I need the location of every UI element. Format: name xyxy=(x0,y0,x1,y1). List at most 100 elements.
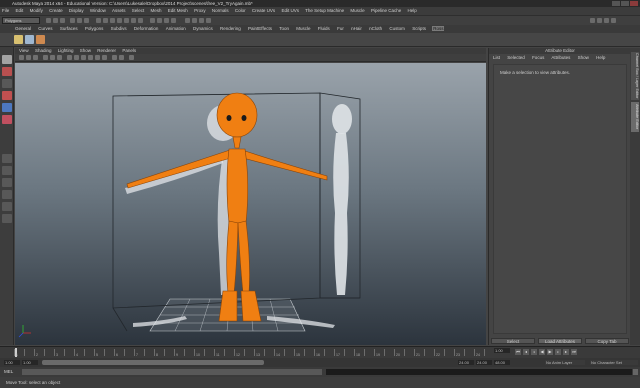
wireframe-on-shaded-icon[interactable] xyxy=(81,55,86,60)
hypershade-layout-icon[interactable] xyxy=(2,214,12,223)
shelf-tab-toon[interactable]: Toon xyxy=(278,26,290,31)
shelf-tab-surfaces[interactable]: Surfaces xyxy=(59,26,79,31)
render-frame-icon[interactable] xyxy=(192,18,197,23)
shadows-icon[interactable] xyxy=(102,55,107,60)
four-pane-layout-icon[interactable] xyxy=(2,166,12,175)
shelf-rig-icon[interactable] xyxy=(25,35,34,44)
ae-menu-attributes[interactable]: Attributes xyxy=(551,55,570,60)
shelf-tab-muscle[interactable]: Muscle xyxy=(295,26,311,31)
ae-menu-list[interactable]: List xyxy=(493,55,500,60)
outliner-persp-layout-icon[interactable] xyxy=(2,190,12,199)
scene-view[interactable] xyxy=(15,63,486,345)
single-pane-layout-icon[interactable] xyxy=(2,154,12,163)
ae-menu-show[interactable]: Show xyxy=(578,55,589,60)
step-back-key-button[interactable]: ◂ xyxy=(523,349,529,355)
shelf-tab-fur[interactable]: Fur xyxy=(336,26,345,31)
rotate-tool-icon[interactable] xyxy=(2,103,12,112)
play-backwards-button[interactable]: ◀ xyxy=(539,349,545,355)
menu-file[interactable]: File xyxy=(2,8,9,13)
ae-menu-help[interactable]: Help xyxy=(596,55,605,60)
wireframe-icon[interactable] xyxy=(67,55,72,60)
menu-edit-mesh[interactable]: Edit Mesh xyxy=(168,8,188,13)
shelf-tab-custom[interactable]: Custom xyxy=(388,26,406,31)
shelf-tab-subdivs[interactable]: Subdivs xyxy=(110,26,128,31)
character-set-select[interactable]: No Character Set xyxy=(590,360,638,365)
panel-menu-panels[interactable]: Panels xyxy=(122,48,136,53)
range-slider-handle[interactable] xyxy=(42,360,264,365)
shelf-tab-ross[interactable]: Ross xyxy=(432,26,445,31)
smooth-shade-icon[interactable] xyxy=(74,55,79,60)
save-scene-icon[interactable] xyxy=(60,18,65,23)
shelf-script-icon[interactable] xyxy=(14,35,23,44)
range-start-field[interactable]: 1.00 xyxy=(4,360,20,365)
select-joints-icon[interactable] xyxy=(103,18,108,23)
menu-select[interactable]: Select xyxy=(132,8,145,13)
character-left-foot[interactable] xyxy=(218,290,238,322)
toggle-channel-box-icon[interactable] xyxy=(590,18,595,23)
construction-history-icon[interactable] xyxy=(185,18,190,23)
snap-view-plane-icon[interactable] xyxy=(171,18,176,23)
select-render-icon[interactable] xyxy=(138,18,143,23)
xray-icon[interactable] xyxy=(112,55,117,60)
lights-icon[interactable] xyxy=(95,55,100,60)
menu-edit-uvs[interactable]: Edit UVs xyxy=(281,8,299,13)
shelf-tab-ncloth[interactable]: nCloth xyxy=(368,26,383,31)
menu-color[interactable]: Color xyxy=(235,8,246,13)
character-head[interactable] xyxy=(216,92,258,138)
play-forwards-button[interactable]: ▶ xyxy=(547,349,553,355)
toggle-tool-settings-icon[interactable] xyxy=(604,18,609,23)
render-settings-icon[interactable] xyxy=(206,18,211,23)
step-forward-frame-button[interactable]: ▹ xyxy=(555,349,561,355)
shelf-skin-icon[interactable] xyxy=(36,35,45,44)
menu-proxy[interactable]: Proxy xyxy=(194,8,206,13)
menu-modify[interactable]: Modify xyxy=(30,8,43,13)
bookmark-icon[interactable] xyxy=(33,55,38,60)
range-end-field[interactable]: 24.00 xyxy=(476,360,492,365)
shelf-tab-fluids[interactable]: Fluids xyxy=(317,26,331,31)
menu-set-select[interactable]: Polygons xyxy=(2,17,40,24)
shelf-tab-animation[interactable]: Animation xyxy=(165,26,187,31)
shelf-tab-rendering[interactable]: Rendering xyxy=(219,26,242,31)
shelf-tab-deformation[interactable]: Deformation xyxy=(133,26,160,31)
ae-load-attributes-button[interactable]: Load Attributes xyxy=(538,338,582,344)
go-to-start-button[interactable]: ⏮ xyxy=(515,349,521,355)
close-button[interactable] xyxy=(630,1,638,6)
isolate-select-icon[interactable] xyxy=(129,55,134,60)
ae-copy-tab-button[interactable]: Copy Tab xyxy=(585,338,629,344)
lasso-tool-icon[interactable] xyxy=(2,67,12,76)
menu-normals[interactable]: Normals xyxy=(212,8,229,13)
menu-pipeline-cache[interactable]: Pipeline Cache xyxy=(371,8,401,13)
select-by-type-icon[interactable] xyxy=(96,18,101,23)
scale-tool-icon[interactable] xyxy=(2,115,12,124)
menu-assets[interactable]: Assets xyxy=(112,8,126,13)
select-component-icon[interactable] xyxy=(84,18,89,23)
select-hierarchy-icon[interactable] xyxy=(70,18,75,23)
panel-menu-renderer[interactable]: Renderer xyxy=(97,48,116,53)
step-forward-key-button[interactable]: ▸ xyxy=(563,349,569,355)
panel-menu-lighting[interactable]: Lighting xyxy=(58,48,74,53)
maximize-button[interactable] xyxy=(621,1,629,6)
open-scene-icon[interactable] xyxy=(53,18,58,23)
toggle-channel-layer-icon[interactable] xyxy=(611,18,616,23)
character-left-leg[interactable] xyxy=(226,220,239,294)
menu-edit[interactable]: Edit xyxy=(16,8,24,13)
playback-end-field[interactable]: 24.00 xyxy=(458,360,474,365)
script-editor-icon[interactable] xyxy=(633,369,638,375)
graph-editor-layout-icon[interactable] xyxy=(2,202,12,211)
select-camera-icon[interactable] xyxy=(19,55,24,60)
shelf-tab-nhair[interactable]: nHair xyxy=(350,26,363,31)
select-curves-icon[interactable] xyxy=(110,18,115,23)
character-right-arm[interactable] xyxy=(238,148,328,181)
attribute-editor-tab[interactable]: Attribute Editor xyxy=(631,102,639,132)
character-torso[interactable] xyxy=(226,148,249,224)
ae-menu-selected[interactable]: Selected xyxy=(507,55,525,60)
command-language-label[interactable]: MEL xyxy=(4,369,13,374)
shelf-tab-painteffects[interactable]: PaintEffects xyxy=(247,26,273,31)
resolution-gate-icon[interactable] xyxy=(57,55,62,60)
move-tool-icon[interactable] xyxy=(2,91,12,100)
mel-input[interactable] xyxy=(22,369,322,375)
go-to-end-button[interactable]: ⏭ xyxy=(571,349,577,355)
film-gate-icon[interactable] xyxy=(50,55,55,60)
shelf-tab-curves[interactable]: Curves xyxy=(37,26,53,31)
textured-icon[interactable] xyxy=(88,55,93,60)
